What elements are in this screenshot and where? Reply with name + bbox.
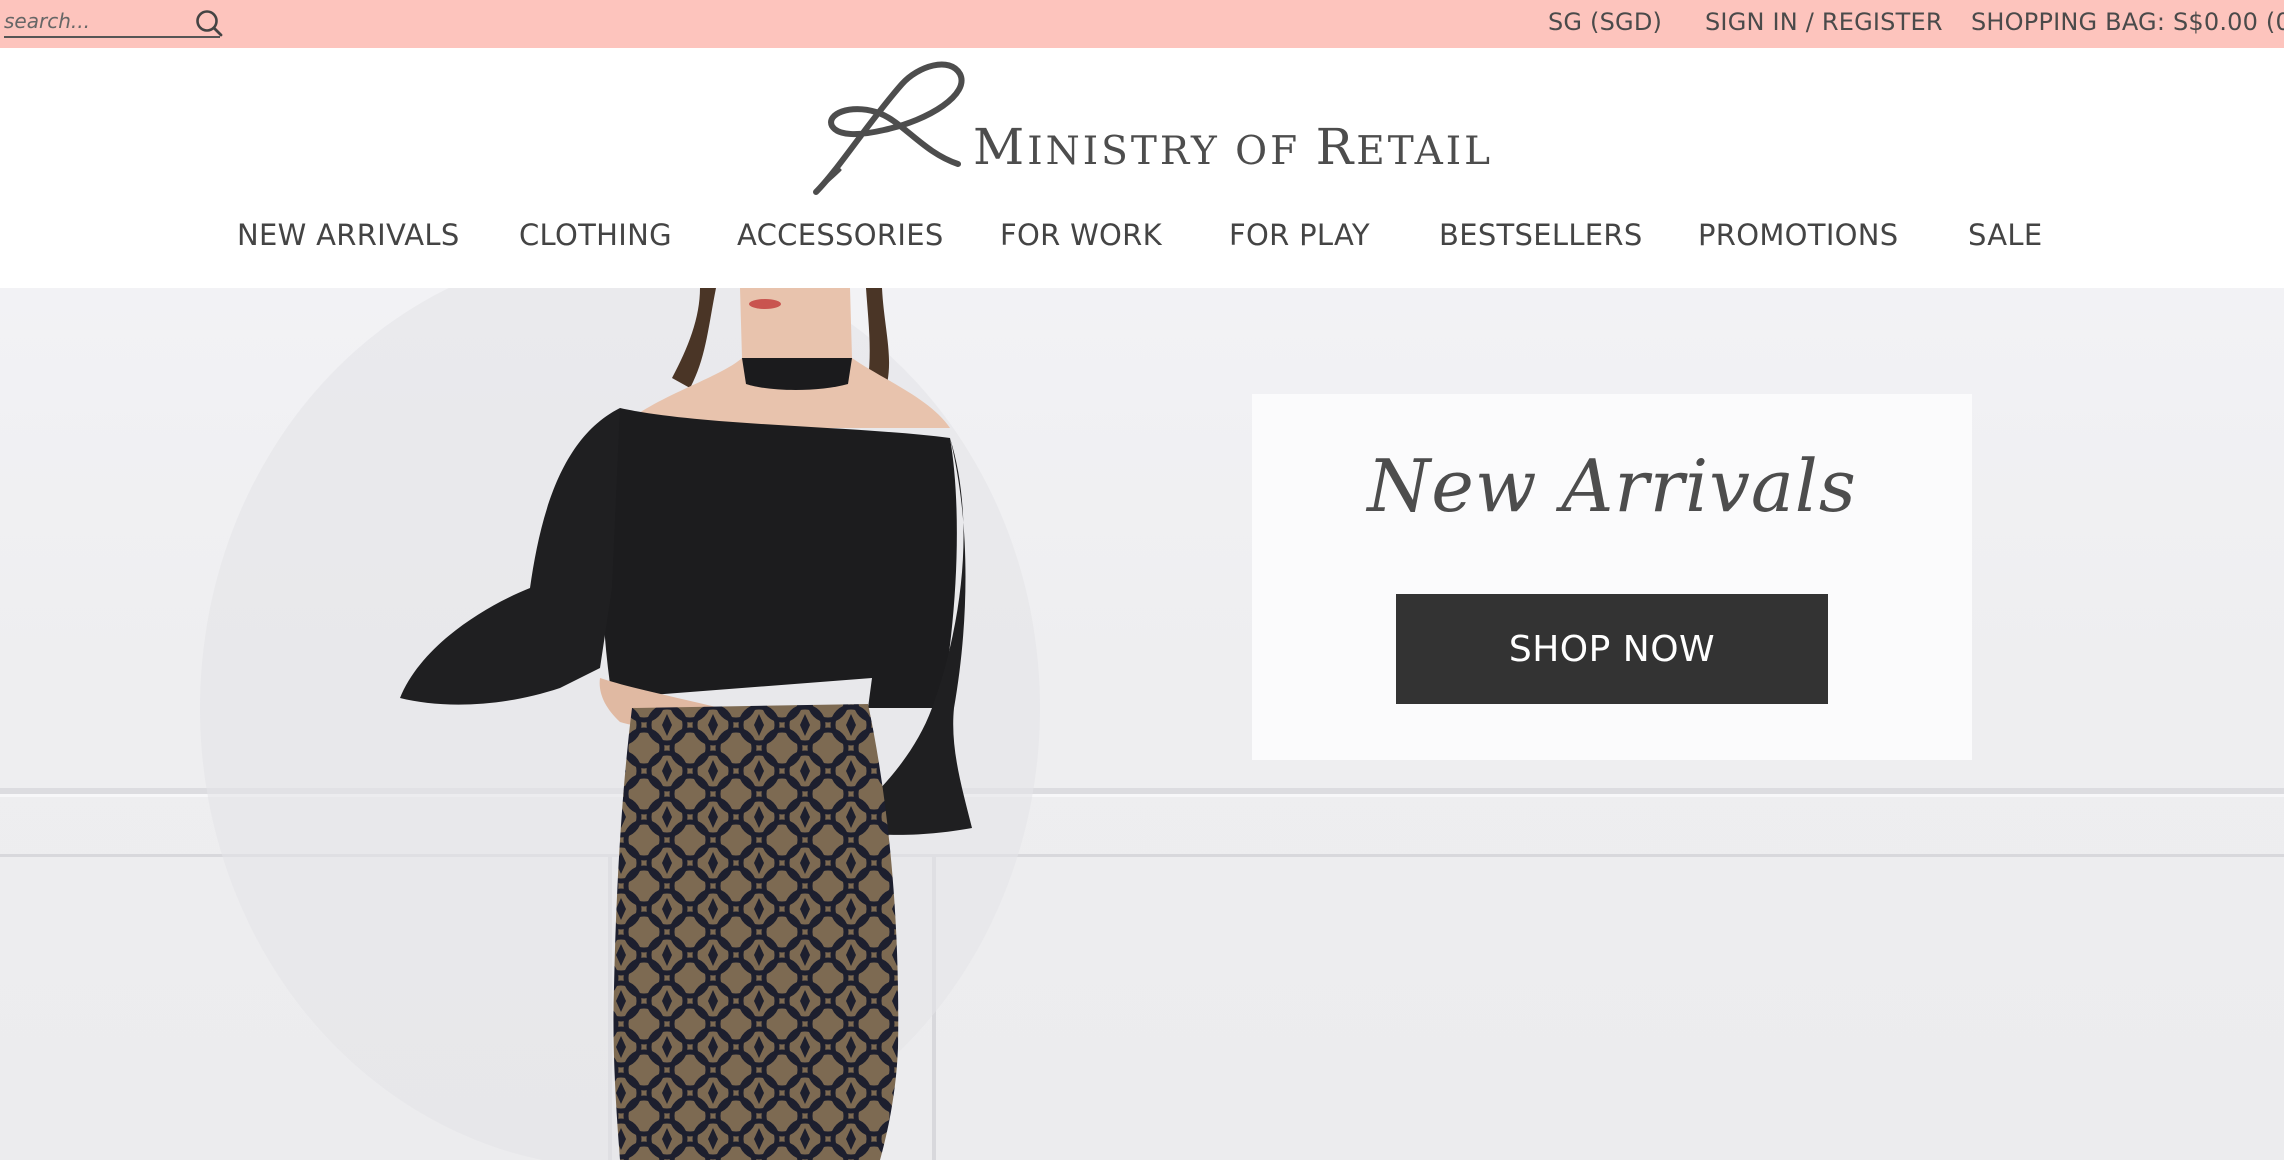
nav-new-arrivals[interactable]: NEW ARRIVALS (237, 218, 460, 252)
search-icon[interactable] (194, 8, 224, 38)
script-r-logo-icon (813, 61, 965, 195)
currency-selector[interactable]: SG (SGD) (1548, 8, 1662, 36)
nav-for-work[interactable]: FOR WORK (1000, 218, 1162, 252)
logo-wordmark: MINISTRY OF RETAIL (973, 118, 1494, 176)
nav-for-play[interactable]: FOR PLAY (1229, 218, 1370, 252)
hero-banner[interactable]: New Arrivals SHOP NOW (0, 288, 2284, 1160)
site-logo[interactable]: MINISTRY OF RETAIL (810, 60, 1490, 200)
search-input[interactable] (4, 4, 184, 38)
promo-card: New Arrivals SHOP NOW (1252, 394, 1972, 760)
shopping-bag-link[interactable]: SHOPPING BAG: S$0.00 (0) (1971, 8, 2284, 36)
nav-accessories[interactable]: ACCESSORIES (737, 218, 944, 252)
main-nav: NEW ARRIVALS CLOTHING ACCESSORIES FOR WO… (0, 218, 2284, 262)
sign-in-register-link[interactable]: SIGN IN / REGISTER (1705, 8, 1943, 36)
nav-bestsellers[interactable]: BESTSELLERS (1439, 218, 1643, 252)
top-utility-bar: SG (SGD) SIGN IN / REGISTER SHOPPING BAG… (0, 0, 2284, 48)
promo-heading: New Arrivals (1367, 444, 1857, 528)
nav-promotions[interactable]: PROMOTIONS (1698, 218, 1899, 252)
search-box (4, 4, 223, 38)
nav-sale[interactable]: SALE (1968, 218, 2042, 252)
nav-clothing[interactable]: CLOTHING (519, 218, 672, 252)
shop-now-button[interactable]: SHOP NOW (1396, 594, 1828, 704)
